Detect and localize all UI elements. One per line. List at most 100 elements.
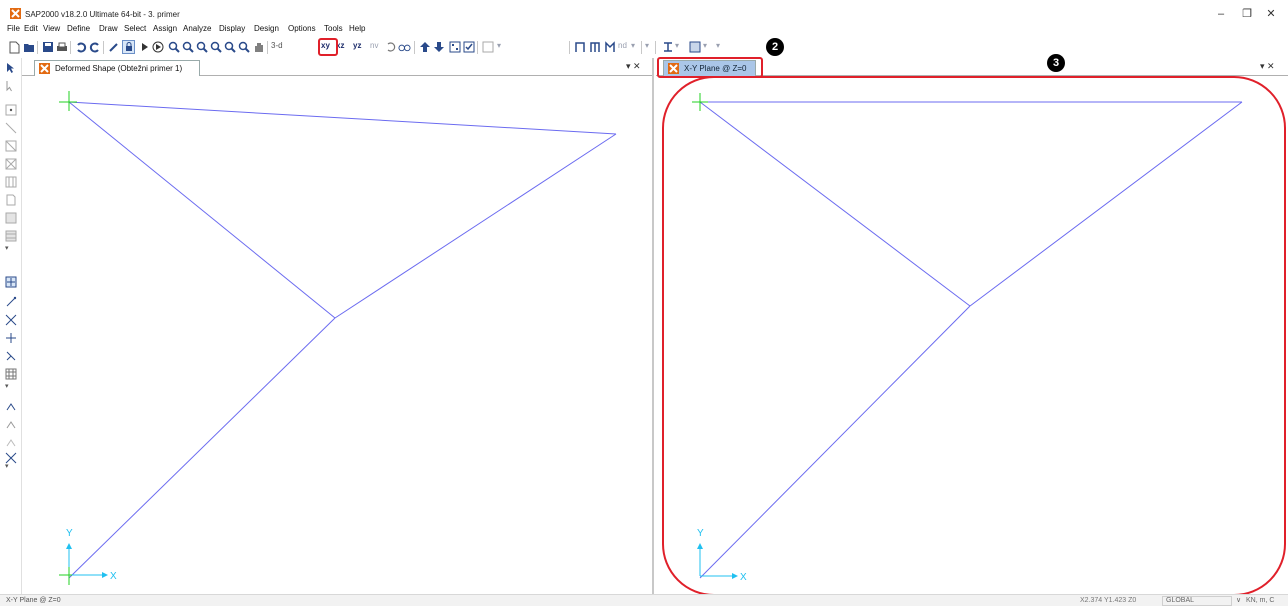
- dropdown-arrow-icon[interactable]: ▾: [675, 41, 679, 50]
- view-nv-button[interactable]: nv: [370, 41, 378, 50]
- draw-area-icon[interactable]: [5, 212, 17, 224]
- menu-analyze[interactable]: Analyze: [183, 24, 211, 33]
- menu-bar: File Edit View Define Draw Select Assign…: [0, 24, 700, 38]
- draw-frame-3-icon[interactable]: [603, 40, 616, 54]
- previous-select-icon[interactable]: [5, 418, 17, 430]
- snap-to-intersections-icon[interactable]: [5, 314, 17, 326]
- run-now-icon[interactable]: [151, 40, 164, 54]
- snap-to-lines-icon[interactable]: [5, 350, 17, 362]
- zoom-window-icon[interactable]: [167, 40, 180, 54]
- view-3d-button[interactable]: 3-d: [271, 41, 283, 50]
- frame-bottom-diagonal[interactable]: [68, 317, 336, 579]
- snap-to-ends-icon[interactable]: [5, 296, 17, 308]
- display-options-icon[interactable]: [462, 40, 475, 54]
- menu-display[interactable]: Display: [219, 24, 245, 33]
- pan-icon[interactable]: [252, 40, 265, 54]
- dropdown-arrow-icon[interactable]: ▾: [497, 41, 501, 50]
- zoom-in-icon[interactable]: [181, 40, 194, 54]
- dropdown-arrow-icon[interactable]: ▾: [5, 244, 17, 256]
- run-analysis-icon[interactable]: [138, 40, 151, 54]
- main-toolbar: 3-d xy xz yz nv ▾ nd ▾ ▾ ▾ ▾ ▾: [0, 38, 1288, 58]
- frame-left-diagonal[interactable]: [68, 101, 336, 319]
- zoom-step-icon[interactable]: [237, 40, 250, 54]
- pane-menu-close-icons[interactable]: ▾ ✕: [1260, 61, 1275, 72]
- menu-define[interactable]: Define: [67, 24, 90, 33]
- menu-edit[interactable]: Edit: [24, 24, 38, 33]
- menu-view[interactable]: View: [43, 24, 60, 33]
- draw-frame-2-icon[interactable]: [588, 40, 601, 54]
- group-select-icon[interactable]: [481, 40, 494, 54]
- right-viewport[interactable]: Y X: [656, 77, 1288, 594]
- status-coordinates: X2.374 Y1.423 Z0: [1080, 597, 1137, 604]
- dropdown-arrow-icon[interactable]: ▾: [631, 41, 635, 50]
- menu-draw[interactable]: Draw: [99, 24, 118, 33]
- restore-button[interactable]: ❐: [1238, 6, 1256, 22]
- rotate-view-icon[interactable]: [384, 40, 397, 54]
- dropdown-arrow-icon[interactable]: ▾: [5, 462, 17, 474]
- title-bar: SAP2000 v18.2.0 Ultimate 64-bit - 3. pri…: [0, 0, 1288, 22]
- dropdown-arrow-icon[interactable]: ▾: [703, 41, 707, 50]
- perspective-icon[interactable]: [398, 40, 411, 54]
- open-icon[interactable]: [22, 40, 35, 54]
- nd-dropdown[interactable]: nd: [618, 41, 627, 50]
- save-icon[interactable]: [41, 40, 54, 54]
- left-viewport[interactable]: Y X: [22, 77, 652, 594]
- area-section-icon[interactable]: [688, 40, 701, 54]
- deformed-shape-canvas[interactable]: Y X: [22, 77, 654, 594]
- coordinate-system-select[interactable]: GLOBAL: [1162, 596, 1232, 606]
- dropdown-arrow-icon[interactable]: ▾: [5, 382, 17, 394]
- snap-to-perpendicular-icon[interactable]: [5, 332, 17, 344]
- menu-help[interactable]: Help: [349, 24, 365, 33]
- reshape-icon[interactable]: [5, 80, 17, 92]
- move-up-icon[interactable]: [418, 40, 431, 54]
- draw-braces-icon[interactable]: [5, 158, 17, 170]
- draw-secondary-icon[interactable]: [5, 176, 17, 188]
- pencil-icon[interactable]: [107, 40, 120, 54]
- menu-select[interactable]: Select: [124, 24, 146, 33]
- dropdown-arrow-icon[interactable]: ▾: [716, 41, 720, 50]
- draw-frame-icon[interactable]: [573, 40, 586, 54]
- frame-bottom-diagonal[interactable]: [699, 305, 971, 579]
- move-down-icon[interactable]: [432, 40, 445, 54]
- frame-right-diagonal[interactable]: [969, 101, 1243, 307]
- pointer-icon[interactable]: [5, 62, 17, 74]
- minimize-button[interactable]: –: [1212, 6, 1230, 22]
- section-i-icon[interactable]: [661, 40, 674, 54]
- draw-link-icon[interactable]: [5, 194, 17, 206]
- units-select[interactable]: KN, m, C: [1246, 597, 1274, 604]
- close-button[interactable]: ✕: [1262, 6, 1280, 22]
- zoom-out-icon[interactable]: [195, 40, 208, 54]
- pane-menu-close-icons[interactable]: ▾ ✕: [626, 61, 641, 72]
- lock-icon[interactable]: [122, 40, 135, 54]
- zoom-full-icon[interactable]: [209, 40, 222, 54]
- sap2000-logo-icon: [39, 63, 50, 74]
- snap-to-points-icon[interactable]: [5, 276, 17, 288]
- frame-right-diagonal[interactable]: [334, 133, 617, 319]
- draw-joint-icon[interactable]: [5, 104, 17, 116]
- undo-icon[interactable]: [74, 40, 87, 54]
- chevron-down-icon[interactable]: ∨: [1236, 596, 1241, 604]
- menu-file[interactable]: File: [7, 24, 20, 33]
- menu-assign[interactable]: Assign: [153, 24, 177, 33]
- tab-deformed-shape[interactable]: Deformed Shape (Obtežni primer 1): [34, 60, 200, 76]
- menu-design[interactable]: Design: [254, 24, 279, 33]
- dropdown-arrow-icon[interactable]: ▾: [645, 41, 649, 50]
- print-icon[interactable]: [55, 40, 68, 54]
- frame-top[interactable]: [68, 101, 617, 135]
- view-yz-button[interactable]: yz: [353, 41, 361, 50]
- xy-plane-canvas[interactable]: Y X: [656, 77, 1288, 594]
- new-model-icon[interactable]: [8, 40, 21, 54]
- zoom-previous-icon[interactable]: [223, 40, 236, 54]
- draw-rect-area-icon[interactable]: [5, 230, 17, 242]
- draw-frame-line-icon[interactable]: [5, 122, 17, 134]
- quick-draw-frame-icon[interactable]: [5, 140, 17, 152]
- redo-icon[interactable]: [88, 40, 101, 54]
- select-all-icon[interactable]: [5, 400, 17, 412]
- xy-plane-pane: X-Y Plane @ Z=0 ▾ ✕ Y X: [656, 58, 1288, 594]
- menu-tools[interactable]: Tools: [324, 24, 343, 33]
- menu-options[interactable]: Options: [288, 24, 316, 33]
- snap-to-grid-icon[interactable]: [5, 368, 17, 380]
- frame-left-diagonal[interactable]: [699, 101, 971, 307]
- object-shrink-icon[interactable]: [448, 40, 461, 54]
- clear-select-icon[interactable]: [5, 436, 17, 448]
